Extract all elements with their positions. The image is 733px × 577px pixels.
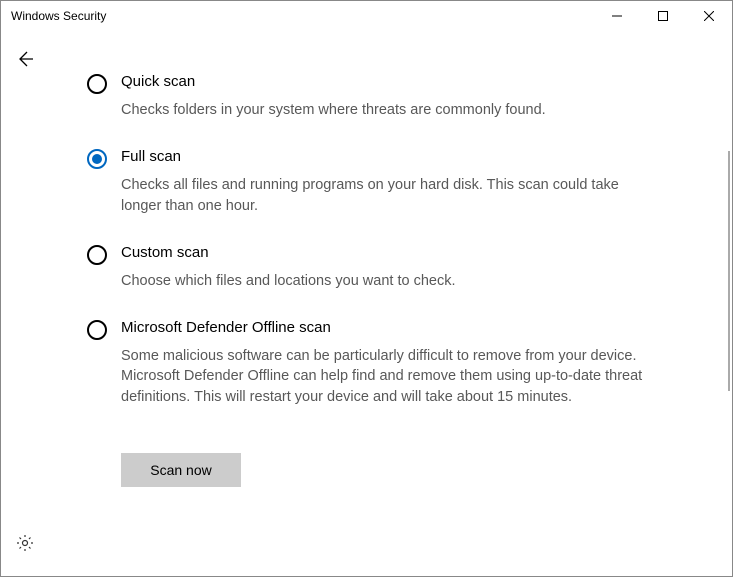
option-custom-scan[interactable]: Custom scan Choose which files and locat… bbox=[87, 244, 692, 291]
radio-offline-scan[interactable] bbox=[87, 320, 107, 340]
app-browser-icon[interactable] bbox=[0, 297, 1, 339]
firewall-icon[interactable] bbox=[0, 255, 1, 297]
device-health-icon[interactable] bbox=[0, 381, 1, 423]
option-desc: Choose which files and locations you wan… bbox=[121, 271, 661, 291]
window-controls bbox=[594, 1, 732, 31]
window-title: Windows Security bbox=[11, 9, 106, 23]
content-area: Quick scan Checks folders in your system… bbox=[49, 31, 732, 576]
family-icon[interactable] bbox=[0, 423, 1, 465]
minimize-button[interactable] bbox=[594, 1, 640, 31]
shield-icon[interactable] bbox=[0, 171, 1, 213]
close-button[interactable] bbox=[686, 1, 732, 31]
title-bar: Windows Security bbox=[1, 1, 732, 31]
radio-custom-scan[interactable] bbox=[87, 245, 107, 265]
option-title: Full scan bbox=[121, 148, 692, 165]
device-security-icon[interactable] bbox=[0, 339, 1, 381]
scrollbar[interactable] bbox=[728, 151, 730, 391]
option-desc: Checks all files and running programs on… bbox=[121, 175, 661, 216]
account-icon[interactable] bbox=[0, 213, 1, 255]
option-desc: Some malicious software can be particula… bbox=[121, 346, 661, 407]
maximize-button[interactable] bbox=[640, 1, 686, 31]
home-icon[interactable] bbox=[0, 129, 1, 171]
menu-icon[interactable] bbox=[0, 87, 1, 129]
radio-full-scan[interactable] bbox=[87, 149, 107, 169]
option-offline-scan[interactable]: Microsoft Defender Offline scan Some mal… bbox=[87, 319, 692, 407]
option-desc: Checks folders in your system where thre… bbox=[121, 100, 661, 120]
option-title: Microsoft Defender Offline scan bbox=[121, 319, 692, 336]
option-title: Quick scan bbox=[121, 73, 692, 90]
option-title: Custom scan bbox=[121, 244, 692, 261]
back-button[interactable] bbox=[15, 49, 35, 74]
settings-icon[interactable] bbox=[1, 522, 49, 564]
radio-quick-scan[interactable] bbox=[87, 74, 107, 94]
option-quick-scan[interactable]: Quick scan Checks folders in your system… bbox=[87, 73, 692, 120]
option-full-scan[interactable]: Full scan Checks all files and running p… bbox=[87, 148, 692, 216]
scan-now-button[interactable]: Scan now bbox=[121, 453, 241, 487]
